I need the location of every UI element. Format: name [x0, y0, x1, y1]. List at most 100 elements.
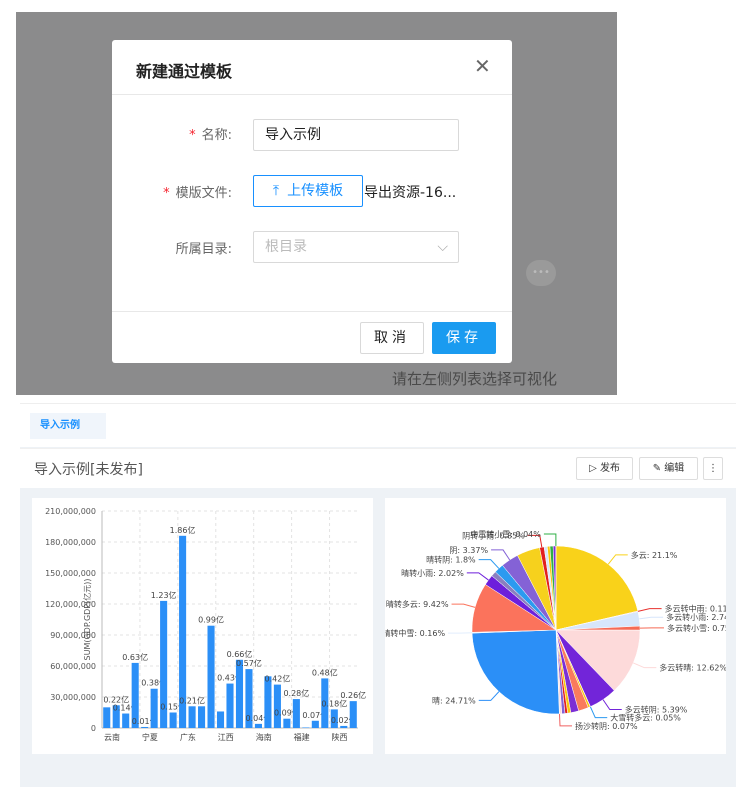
chat-bubble-icon[interactable]: •••: [526, 260, 556, 286]
pie-label-line: [602, 699, 622, 711]
pie-label-line: [589, 706, 608, 719]
bar-data-label: 1.86亿: [170, 525, 196, 535]
pencil-icon: ✎: [652, 463, 665, 474]
x-tick-label: 陕西: [332, 732, 348, 742]
upload-label: 上传模板: [287, 183, 344, 199]
pie-label-line: [633, 662, 657, 669]
bar: [198, 706, 206, 728]
y-axis-title: SUM(GDP.GDP(亿元)): [82, 579, 92, 661]
tab-bar: 导入示例: [20, 403, 736, 447]
bar: [340, 725, 348, 728]
bar: [254, 723, 262, 728]
publish-label: 发布: [599, 463, 620, 474]
pie-label: 扬沙转阴: 0.07%: [575, 721, 638, 731]
pie-label: 多云转小雪: 0.75%: [667, 623, 726, 633]
x-tick-label: 福建: [294, 732, 310, 742]
divider: [112, 311, 512, 312]
y-tick-label: 210,000,000: [45, 507, 96, 516]
bar-data-label: 0.57亿: [236, 658, 262, 668]
pie-label-line: [607, 554, 628, 565]
bar-data-label: 0.26亿: [340, 690, 366, 700]
file-label: * 模版文件:: [112, 182, 232, 201]
pie-chart: 多云: 21.1% 多云转中雨: 0.11%多云转小雨: 2.74%多云转小雪: …: [382, 529, 738, 731]
modal-overlay: 请在左侧列表选择可视化 ••• 新建通过模板 ✕ * 名称: 导入示例 * 模版文件…: [16, 12, 617, 395]
bar: [235, 659, 244, 728]
upload-icon: ⤒: [272, 183, 280, 199]
pie-label: 晴转中雪: 0.16%: [385, 628, 445, 638]
y-tick-label: 180,000,000: [45, 538, 96, 547]
bar: [207, 625, 215, 728]
y-tick-label: 150,000,000: [45, 569, 96, 578]
bar: [226, 683, 234, 728]
directory-label: 所属目录:: [175, 242, 232, 257]
name-label: * 名称:: [112, 124, 232, 143]
pie-label-line: [466, 572, 489, 581]
pie-label: 晴转多云: 9.42%: [386, 599, 449, 609]
bar: [349, 701, 357, 728]
tab-import-example[interactable]: 导入示例: [30, 413, 106, 439]
bar: [150, 688, 158, 728]
bar-data-label: 0.42亿: [265, 674, 291, 684]
pie-label: 晴: 24.71%: [432, 695, 476, 705]
bar-data-label: 0.99亿: [198, 615, 224, 625]
directory-placeholder: 根目录: [265, 239, 307, 255]
x-tick-label: 江西: [218, 733, 234, 742]
bar: [169, 712, 177, 728]
page-title: 导入示例[未发布]: [34, 462, 143, 478]
edit-label: 编辑: [664, 463, 685, 474]
empty-hint: 请在左侧列表选择可视化: [392, 370, 558, 388]
x-tick-label: 广东: [180, 732, 196, 742]
label-text: 名称:: [201, 128, 232, 143]
more-button[interactable]: ⋮: [703, 457, 723, 480]
directory-select[interactable]: 根目录 ⌵: [253, 231, 459, 263]
bar-data-label: 0.66亿: [227, 649, 253, 659]
x-tick-label: 宁夏: [142, 732, 158, 742]
required-mark: *: [189, 128, 196, 143]
pie-label-line: [451, 603, 476, 608]
required-mark: *: [163, 186, 170, 201]
dashboard-header: 导入示例[未发布] ▷ 发布 ✎ 编辑 ⋮: [20, 448, 736, 488]
bar: [141, 726, 149, 728]
bar: [122, 713, 130, 728]
pie-label: 多云转小雨: 2.74%: [666, 612, 726, 622]
pie-label: 多云: 21.1%: [631, 550, 678, 560]
save-button[interactable]: 保存: [432, 322, 496, 354]
pie-label: 晴转小雨: 2.02%: [401, 568, 464, 578]
edit-button[interactable]: ✎ 编辑: [639, 457, 698, 480]
bar: [311, 720, 319, 728]
pie-label-line: [637, 608, 662, 612]
dashboard: 导入示例 导入示例[未发布] ▷ 发布 ✎ 编辑 ⋮ 0 30,000,000 60…: [20, 403, 738, 787]
uploaded-file-name: 导出资源-16...: [364, 185, 457, 201]
bar-chart: 030,000,00060,000,00090,000,000120,000,0…: [45, 507, 366, 742]
bar: [283, 718, 291, 728]
dialog-title: 新建通过模板: [136, 62, 233, 81]
pie-label-line: [478, 559, 500, 569]
publish-button[interactable]: ▷ 发布: [576, 457, 633, 480]
cancel-button[interactable]: 取消: [360, 322, 424, 354]
chevron-down-icon: ⌵: [437, 239, 448, 255]
upload-template-button[interactable]: ⤒ 上传模板: [253, 175, 363, 207]
pie-label-line: [543, 533, 557, 547]
y-tick-label: 30,000,000: [50, 693, 96, 702]
y-tick-label: 0: [91, 724, 96, 733]
send-icon: ▷: [589, 463, 600, 474]
label-text: 模版文件:: [175, 186, 232, 201]
name-input[interactable]: 导入示例: [253, 119, 459, 151]
pie-label-line: [559, 713, 573, 727]
bar: [103, 707, 111, 728]
pie-label: 中雪转小雪: 0.04%: [470, 529, 541, 539]
bar-data-label: 0.21亿: [179, 695, 205, 705]
bar: [302, 727, 310, 728]
bar-chart-card: 0 30,000,000 60,000,000 90,000,000 120,000,0…: [32, 498, 373, 754]
bar: [188, 706, 196, 728]
bar: [292, 699, 300, 728]
bar: [216, 711, 225, 728]
close-icon[interactable]: ✕: [474, 54, 491, 78]
pie-chart-card: 多云: 21.1% 多云转中雨: 0.11%多云转小雨: 2.74%多云转小雪: …: [382, 498, 738, 754]
pie-label-line: [478, 691, 500, 701]
pie-label: 晴转阴: 1.8%: [426, 555, 476, 565]
pie-label: 多云转中雨: 0.11%: [665, 604, 726, 614]
bar-data-label: 1.23亿: [151, 590, 177, 600]
pie-label-line: [491, 549, 511, 561]
bar-data-label: 0.63亿: [122, 652, 148, 662]
